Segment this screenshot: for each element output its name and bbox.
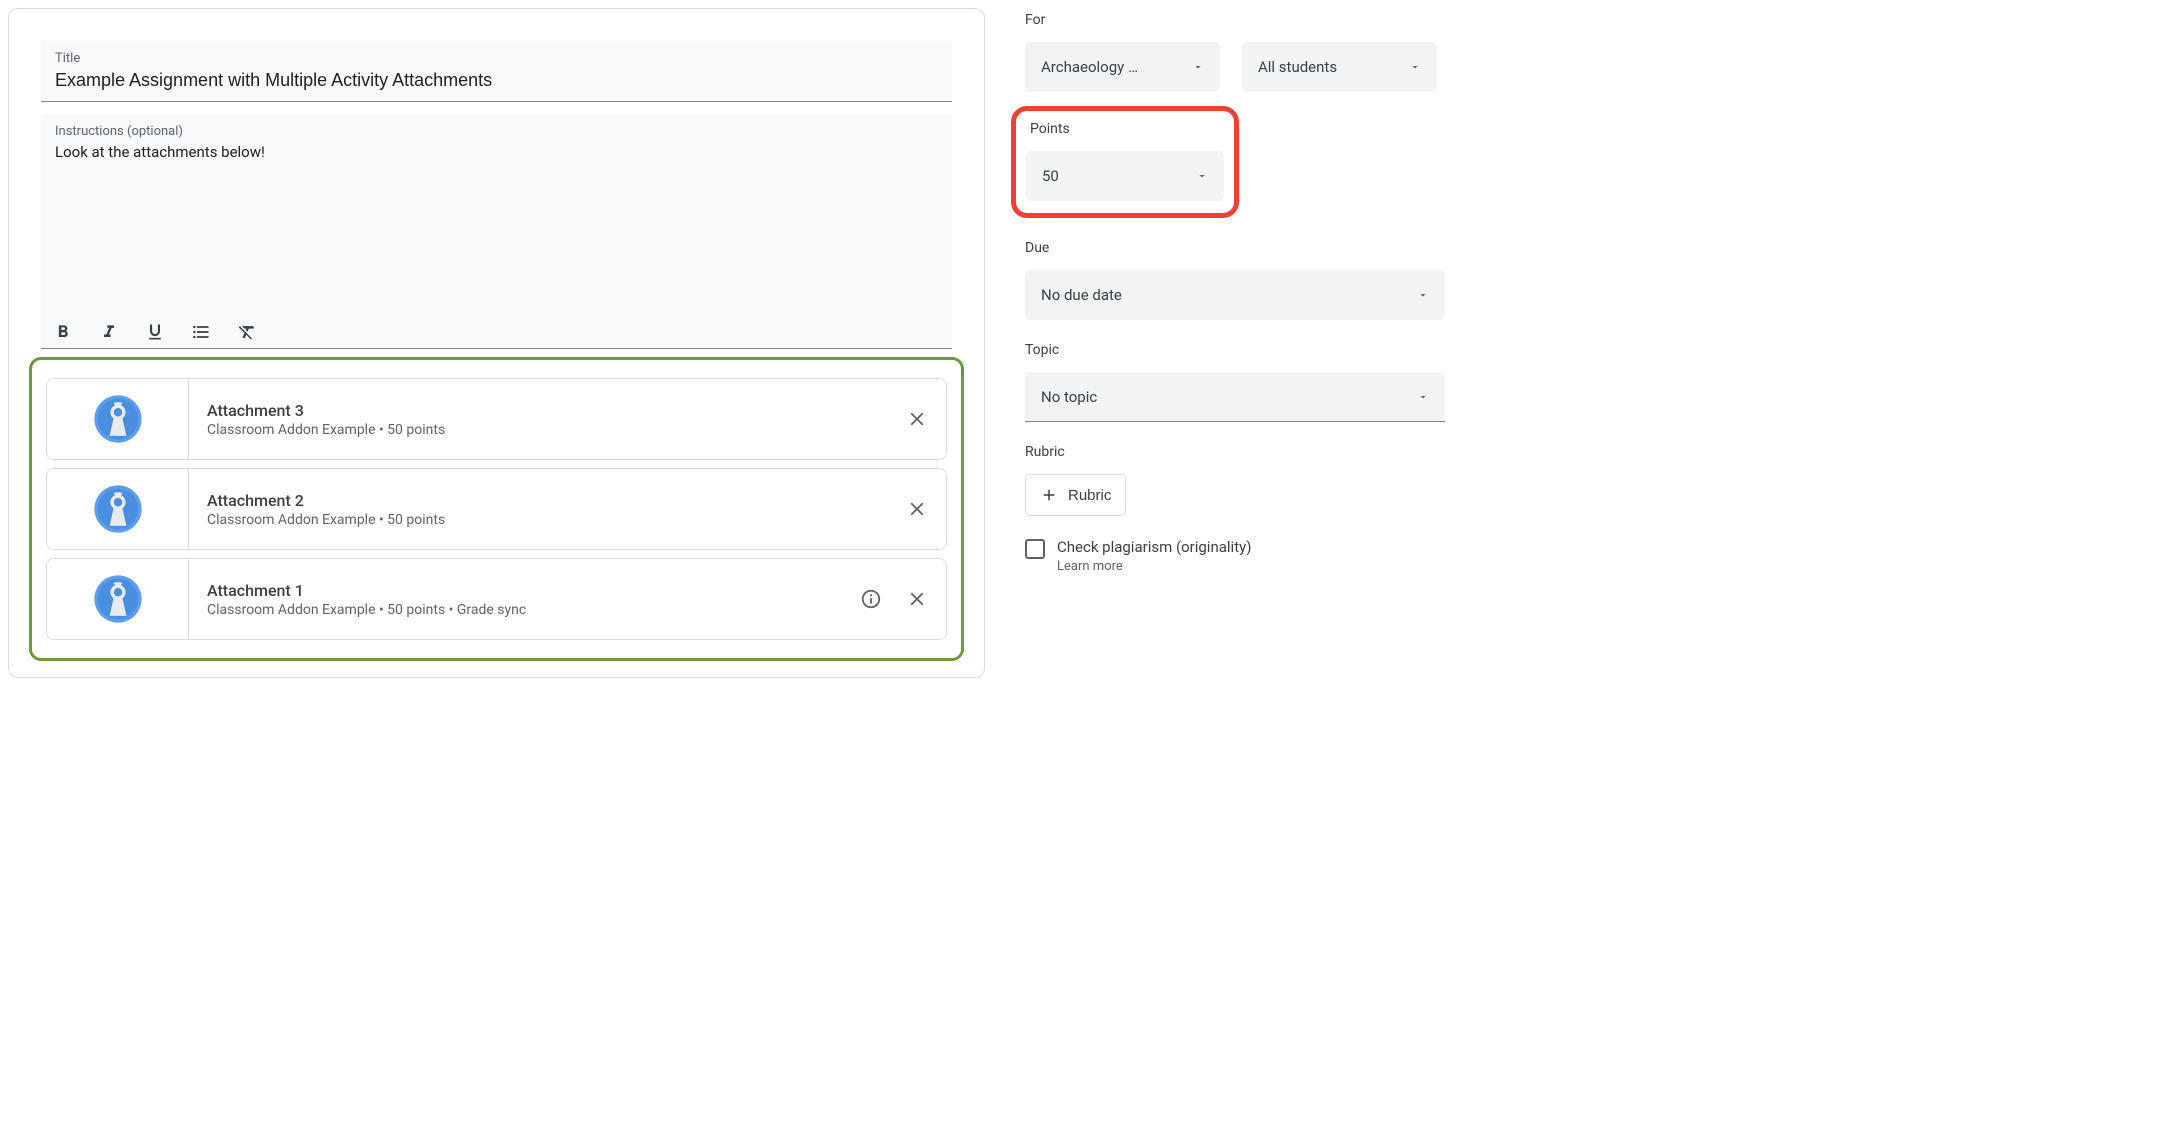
info-icon[interactable] xyxy=(860,588,882,610)
attachment-icon xyxy=(47,469,189,549)
bold-icon[interactable] xyxy=(51,320,75,344)
topic-label: Topic xyxy=(1025,342,1505,358)
chevron-down-icon xyxy=(1417,289,1429,301)
plus-icon xyxy=(1040,486,1058,504)
attachment-body: Attachment 2 Classroom Addon Example • 5… xyxy=(189,469,906,549)
plagiarism-label: Check plagiarism (originality) xyxy=(1057,538,1251,556)
clear-format-icon[interactable] xyxy=(235,320,259,344)
assignment-card: Title Instructions (optional) Look at th… xyxy=(8,8,985,678)
chevron-down-icon xyxy=(1409,61,1421,73)
close-icon[interactable] xyxy=(906,408,928,430)
points-select[interactable]: 50 xyxy=(1026,151,1224,201)
chevron-down-icon xyxy=(1196,170,1208,182)
attachment-row[interactable]: Attachment 1 Classroom Addon Example • 5… xyxy=(46,558,947,640)
for-label: For xyxy=(1025,12,1505,28)
learn-more-link[interactable]: Learn more xyxy=(1057,559,1251,574)
attachment-row[interactable]: Attachment 2 Classroom Addon Example • 5… xyxy=(46,468,947,550)
attachment-body: Attachment 1 Classroom Addon Example • 5… xyxy=(189,559,860,639)
close-icon[interactable] xyxy=(906,498,928,520)
attachment-title: Attachment 2 xyxy=(207,491,906,510)
plagiarism-row: Check plagiarism (originality) Learn mor… xyxy=(1025,538,1505,574)
chevron-down-icon xyxy=(1192,61,1204,73)
topic-value: No topic xyxy=(1041,388,1097,406)
topic-select[interactable]: No topic xyxy=(1025,372,1445,422)
students-select-value: All students xyxy=(1258,58,1337,76)
class-select[interactable]: Archaeology … xyxy=(1025,42,1220,92)
instructions-field[interactable]: Instructions (optional) Look at the atta… xyxy=(41,114,952,314)
sidebar: For Archaeology … All students Points 50… xyxy=(985,0,1505,790)
rubric-label: Rubric xyxy=(1025,444,1505,460)
due-value: No due date xyxy=(1041,286,1122,304)
instructions-label: Instructions (optional) xyxy=(55,124,938,139)
attachment-subtitle: Classroom Addon Example • 50 points xyxy=(207,422,906,438)
title-input[interactable] xyxy=(55,68,938,97)
underline-icon[interactable] xyxy=(143,320,167,344)
attachment-title: Attachment 3 xyxy=(207,401,906,420)
plagiarism-checkbox[interactable] xyxy=(1025,539,1045,559)
main-column: Title Instructions (optional) Look at th… xyxy=(0,0,985,790)
attachment-subtitle: Classroom Addon Example • 50 points • Gr… xyxy=(207,602,860,618)
title-label: Title xyxy=(55,51,938,66)
title-field[interactable]: Title xyxy=(41,41,952,102)
points-value: 50 xyxy=(1042,167,1059,185)
rubric-button-label: Rubric xyxy=(1068,487,1111,504)
bullet-list-icon[interactable] xyxy=(189,320,213,344)
students-select[interactable]: All students xyxy=(1242,42,1437,92)
due-label: Due xyxy=(1025,240,1505,256)
instructions-text[interactable]: Look at the attachments below! xyxy=(55,141,938,163)
attachments-box: Attachment 3 Classroom Addon Example • 5… xyxy=(29,357,964,661)
rubric-button[interactable]: Rubric xyxy=(1025,474,1126,516)
attachment-title: Attachment 1 xyxy=(207,581,860,600)
attachment-body: Attachment 3 Classroom Addon Example • 5… xyxy=(189,379,906,459)
attachment-row[interactable]: Attachment 3 Classroom Addon Example • 5… xyxy=(46,378,947,460)
due-select[interactable]: No due date xyxy=(1025,270,1445,320)
points-highlight: Points 50 xyxy=(1011,106,1239,218)
attachment-subtitle: Classroom Addon Example • 50 points xyxy=(207,512,906,528)
points-label: Points xyxy=(1030,121,1224,137)
format-toolbar xyxy=(41,314,952,349)
attachment-icon xyxy=(47,379,189,459)
chevron-down-icon xyxy=(1417,391,1429,403)
class-select-value: Archaeology … xyxy=(1041,58,1138,76)
attachment-icon xyxy=(47,559,189,639)
italic-icon[interactable] xyxy=(97,320,121,344)
close-icon[interactable] xyxy=(906,588,928,610)
